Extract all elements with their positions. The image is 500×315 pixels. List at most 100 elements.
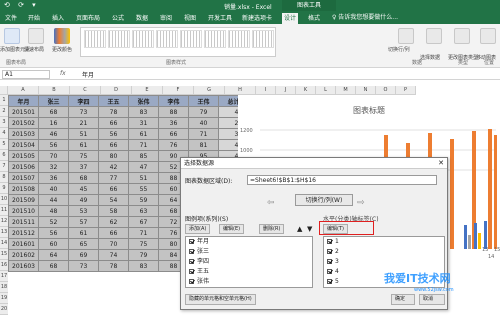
- table-cell[interactable]: 36: [158, 117, 189, 129]
- tab-format[interactable]: 格式: [306, 13, 322, 24]
- list-item[interactable]: 2: [324, 247, 444, 257]
- table-cell[interactable]: 201506: [8, 161, 39, 173]
- table-cell[interactable]: 83: [128, 106, 159, 118]
- column-header[interactable]: F: [163, 86, 194, 95]
- tell-me-search[interactable]: ♀ 告诉我您想要做什么...: [332, 12, 398, 23]
- table-cell[interactable]: 201511: [8, 216, 39, 228]
- column-header[interactable]: D: [101, 86, 132, 95]
- edit-series-button[interactable]: 编辑(E): [219, 224, 245, 234]
- table-cell[interactable]: 63: [128, 205, 159, 217]
- tab-design[interactable]: 设计: [282, 13, 299, 24]
- row-header[interactable]: 12: [0, 216, 8, 227]
- column-header[interactable]: O: [376, 86, 396, 95]
- table-cell[interactable]: 45: [68, 183, 99, 195]
- table-cell[interactable]: 85: [128, 150, 159, 162]
- table-cell[interactable]: 201509: [8, 194, 39, 206]
- column-header[interactable]: H: [225, 86, 256, 95]
- table-cell[interactable]: 66: [158, 128, 189, 140]
- cancel-button[interactable]: 取消: [419, 294, 445, 305]
- table-cell[interactable]: 56: [38, 227, 69, 239]
- change-chart-type-icon[interactable]: [454, 28, 470, 44]
- table-cell[interactable]: 71: [188, 128, 219, 140]
- table-cell[interactable]: 75: [128, 238, 159, 250]
- row-header[interactable]: 13: [0, 227, 8, 238]
- table-cell[interactable]: 201503: [8, 128, 39, 140]
- checkbox-icon[interactable]: [327, 239, 332, 244]
- list-item[interactable]: 3: [324, 257, 444, 267]
- table-cell[interactable]: 61: [68, 139, 99, 151]
- tab-review[interactable]: 审阅: [158, 13, 174, 24]
- close-icon[interactable]: ✕: [438, 158, 444, 169]
- select-data-source-dialog[interactable]: 选择数据源 ✕ 图表数据区域(D): =Sheet6!$B$1:$H$16 ⇦ …: [180, 157, 448, 310]
- table-cell[interactable]: 70: [98, 238, 129, 250]
- chart-style-thumb[interactable]: [180, 30, 202, 48]
- checkbox-icon[interactable]: [189, 279, 194, 284]
- chart-style-thumb[interactable]: [252, 30, 274, 48]
- chart-style-thumb[interactable]: [108, 30, 130, 48]
- table-cell[interactable]: 80: [98, 150, 129, 162]
- column-header[interactable]: E: [132, 86, 163, 95]
- table-cell[interactable]: 68: [38, 260, 69, 272]
- table-cell[interactable]: 73: [68, 260, 99, 272]
- row-header[interactable]: 9: [0, 183, 8, 194]
- chart-style-thumb[interactable]: [204, 30, 226, 48]
- table-cell[interactable]: 68: [38, 106, 69, 118]
- row-header[interactable]: 11: [0, 205, 8, 216]
- list-item[interactable]: 李四: [186, 257, 312, 267]
- row-header[interactable]: 18: [0, 282, 8, 293]
- table-cell[interactable]: 37: [68, 161, 99, 173]
- table-cell[interactable]: 69: [68, 249, 99, 261]
- row-header[interactable]: 10: [0, 194, 8, 205]
- table-cell[interactable]: 73: [68, 106, 99, 118]
- table-cell[interactable]: 201504: [8, 139, 39, 151]
- ok-button[interactable]: 确定: [391, 294, 415, 305]
- quick-access-toolbar[interactable]: ⟲ ⟳ ▾: [4, 1, 39, 9]
- checkbox-icon[interactable]: [327, 249, 332, 254]
- row-header[interactable]: 1: [0, 95, 8, 106]
- table-cell[interactable]: 79: [188, 106, 219, 118]
- tab-data[interactable]: 数据: [134, 13, 150, 24]
- table-cell[interactable]: 47: [128, 161, 159, 173]
- chart-style-thumb[interactable]: [228, 30, 250, 48]
- table-cell[interactable]: 201507: [8, 172, 39, 184]
- table-cell[interactable]: 201505: [8, 150, 39, 162]
- column-header[interactable]: M: [336, 86, 356, 95]
- table-cell[interactable]: 52: [38, 216, 69, 228]
- table-cell[interactable]: 76: [158, 139, 189, 151]
- table-cell[interactable]: 21: [68, 117, 99, 129]
- chart-style-thumb[interactable]: [132, 30, 154, 48]
- column-header[interactable]: A: [8, 86, 39, 95]
- row-header[interactable]: 8: [0, 172, 8, 183]
- table-header-cell[interactable]: 王伟: [188, 95, 219, 107]
- table-cell[interactable]: 40: [188, 117, 219, 129]
- move-chart-icon[interactable]: [480, 28, 496, 44]
- row-header[interactable]: 5: [0, 139, 8, 150]
- table-cell[interactable]: 201512: [8, 227, 39, 239]
- delete-series-button[interactable]: 删除(R): [259, 224, 285, 234]
- table-cell[interactable]: 62: [98, 216, 129, 228]
- table-cell[interactable]: 46: [38, 128, 69, 140]
- table-cell[interactable]: 79: [128, 249, 159, 261]
- table-header-cell[interactable]: 王五: [98, 95, 129, 107]
- table-cell[interactable]: 71: [128, 139, 159, 151]
- table-cell[interactable]: 78: [98, 260, 129, 272]
- list-item[interactable]: 张三: [186, 247, 312, 257]
- table-cell[interactable]: 58: [98, 205, 129, 217]
- table-cell[interactable]: 66: [98, 117, 129, 129]
- checkbox-icon[interactable]: [189, 249, 194, 254]
- row-header[interactable]: 3: [0, 117, 8, 128]
- row-header[interactable]: 17: [0, 271, 8, 282]
- table-cell[interactable]: 201602: [8, 249, 39, 261]
- table-cell[interactable]: 16: [38, 117, 69, 129]
- add-series-button[interactable]: 添加(A): [185, 224, 211, 234]
- switch-row-column-icon[interactable]: [398, 28, 414, 44]
- table-cell[interactable]: 201508: [8, 183, 39, 195]
- table-cell[interactable]: 75: [68, 150, 99, 162]
- table-cell[interactable]: 48: [38, 205, 69, 217]
- quick-layout-icon[interactable]: [28, 28, 44, 44]
- table-cell[interactable]: 44: [38, 194, 69, 206]
- move-up-icon[interactable]: ▲: [297, 225, 302, 233]
- list-item[interactable]: 张伟: [186, 277, 312, 287]
- table-cell[interactable]: 31: [128, 117, 159, 129]
- table-cell[interactable]: 53: [68, 205, 99, 217]
